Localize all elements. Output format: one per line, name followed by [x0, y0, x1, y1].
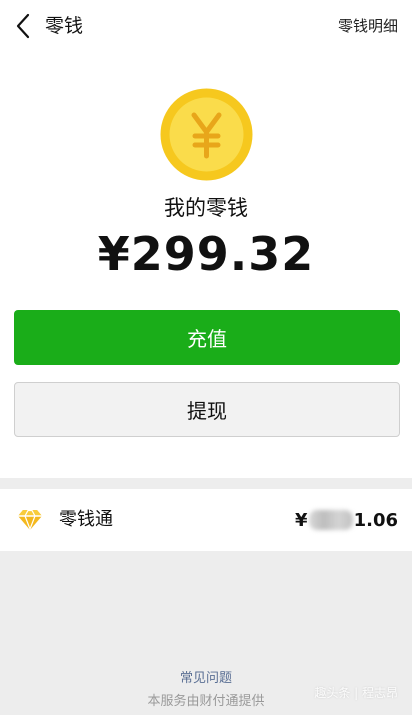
- lingqiantong-label: 零钱通: [59, 509, 113, 530]
- watermark: 趣头条 | 程志昂: [314, 686, 398, 700]
- wallet-panel: 零钱 零钱明细 我的零钱 ¥299.32 充值 提现: [0, 0, 412, 478]
- lingqiantong-amount-suffix: 1.06: [353, 509, 398, 531]
- wallet-page: 零钱 零钱明细 我的零钱 ¥299.32 充值 提现 零钱通 ¥ 1.06 常见…: [0, 0, 412, 715]
- page-title: 零钱: [45, 15, 84, 37]
- nav-bar: 零钱 零钱明细: [0, 0, 412, 52]
- lingqiantong-row[interactable]: 零钱通 ¥ 1.06: [0, 489, 412, 551]
- lingqiantong-amount: ¥ 1.06: [295, 506, 398, 534]
- wallet-label: 我的零钱: [164, 196, 248, 220]
- topup-button[interactable]: 充值: [14, 310, 400, 365]
- transaction-details-link[interactable]: 零钱明细: [338, 15, 398, 37]
- diamond-icon: [18, 509, 42, 531]
- withdraw-button[interactable]: 提现: [14, 382, 400, 437]
- masked-amount: [308, 510, 353, 530]
- back-button[interactable]: [6, 6, 40, 46]
- balance-amount: ¥299.32: [97, 227, 315, 281]
- yuan-coin-icon: [160, 88, 253, 181]
- chevron-left-icon: [16, 13, 30, 39]
- lingqiantong-amount-prefix: ¥: [295, 509, 308, 531]
